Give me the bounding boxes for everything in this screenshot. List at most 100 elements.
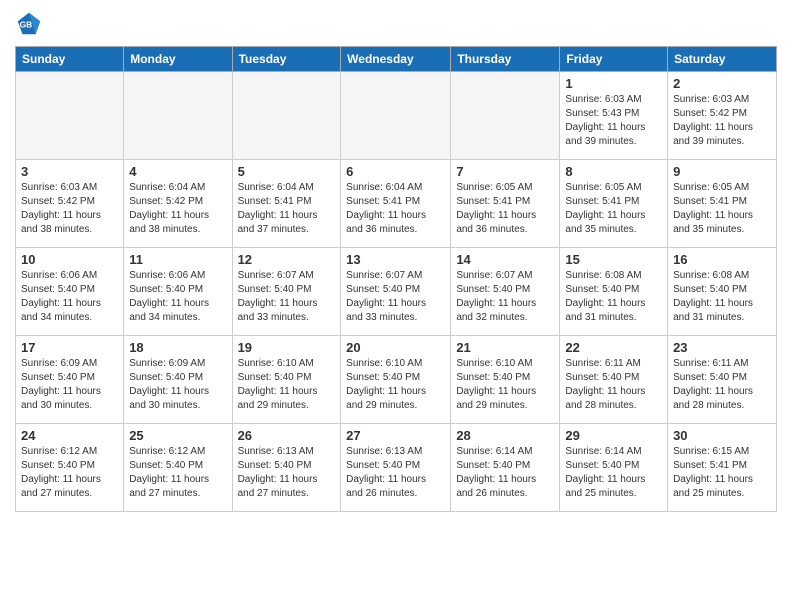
day-number: 22 xyxy=(565,340,662,355)
weekday-header-friday: Friday xyxy=(560,47,668,72)
calendar-cell: 23 Sunrise: 6:11 AMSunset: 5:40 PMDayligh… xyxy=(668,336,777,424)
day-number: 6 xyxy=(346,164,445,179)
calendar-cell xyxy=(341,72,451,160)
week-row-1: 1 Sunrise: 6:03 AMSunset: 5:43 PMDaylight… xyxy=(16,72,777,160)
day-info: Sunrise: 6:04 AMSunset: 5:41 PMDaylight:… xyxy=(346,181,445,237)
day-number: 28 xyxy=(456,428,554,443)
calendar-cell: 27 Sunrise: 6:13 AMSunset: 5:40 PMDayligh… xyxy=(341,424,451,512)
weekday-header-row: SundayMondayTuesdayWednesdayThursdayFrid… xyxy=(16,47,777,72)
calendar-cell xyxy=(451,72,560,160)
day-info: Sunrise: 6:04 AMSunset: 5:42 PMDaylight:… xyxy=(129,181,226,237)
calendar-cell: 12 Sunrise: 6:07 AMSunset: 5:40 PMDayligh… xyxy=(232,248,341,336)
day-info: Sunrise: 6:03 AMSunset: 5:43 PMDaylight:… xyxy=(565,93,662,149)
day-number: 3 xyxy=(21,164,118,179)
logo-icon: GB xyxy=(15,10,43,38)
day-info: Sunrise: 6:03 AMSunset: 5:42 PMDaylight:… xyxy=(21,181,118,237)
calendar-cell: 11 Sunrise: 6:06 AMSunset: 5:40 PMDayligh… xyxy=(124,248,232,336)
day-info: Sunrise: 6:05 AMSunset: 5:41 PMDaylight:… xyxy=(673,181,771,237)
calendar-cell: 9 Sunrise: 6:05 AMSunset: 5:41 PMDaylight… xyxy=(668,160,777,248)
day-number: 21 xyxy=(456,340,554,355)
day-number: 15 xyxy=(565,252,662,267)
week-row-4: 17Sunrise: 6:09 AMSunset: 5:40 PMDayligh… xyxy=(16,336,777,424)
day-number: 1 xyxy=(565,76,662,91)
day-number: 20 xyxy=(346,340,445,355)
calendar-cell: 15 Sunrise: 6:08 AMSunset: 5:40 PMDayligh… xyxy=(560,248,668,336)
day-info: Sunrise: 6:10 AMSunset: 5:40 PMDaylight:… xyxy=(346,357,445,413)
page-header: GB xyxy=(15,10,777,38)
day-number: 11 xyxy=(129,252,226,267)
calendar-cell: 21 Sunrise: 6:10 AMSunset: 5:40 PMDayligh… xyxy=(451,336,560,424)
calendar-cell: 24 Sunrise: 6:12 AMSunset: 5:40 PMDayligh… xyxy=(16,424,124,512)
calendar-cell: 3 Sunrise: 6:03 AMSunset: 5:42 PMDaylight… xyxy=(16,160,124,248)
weekday-header-saturday: Saturday xyxy=(668,47,777,72)
calendar-cell xyxy=(16,72,124,160)
week-row-5: 24 Sunrise: 6:12 AMSunset: 5:40 PMDayligh… xyxy=(16,424,777,512)
calendar-cell: 28 Sunrise: 6:14 AMSunset: 5:40 PMDayligh… xyxy=(451,424,560,512)
day-info: Sunrise: 6:11 AMSunset: 5:40 PMDaylight:… xyxy=(673,357,771,413)
calendar-cell: 19 Sunrise: 6:10 AMSunset: 5:40 PMDayligh… xyxy=(232,336,341,424)
day-info: Sunrise: 6:06 AMSunset: 5:40 PMDaylight:… xyxy=(21,269,118,325)
day-number: 16 xyxy=(673,252,771,267)
day-number: 12 xyxy=(238,252,336,267)
week-row-3: 10Sunrise: 6:06 AMSunset: 5:40 PMDayligh… xyxy=(16,248,777,336)
day-info: Sunrise: 6:13 AMSunset: 5:40 PMDaylight:… xyxy=(346,445,445,501)
calendar-cell: 30Sunrise: 6:15 AMSunset: 5:41 PMDayligh… xyxy=(668,424,777,512)
calendar-cell: 5Sunrise: 6:04 AMSunset: 5:41 PMDaylight… xyxy=(232,160,341,248)
day-number: 24 xyxy=(21,428,118,443)
day-info: Sunrise: 6:07 AMSunset: 5:40 PMDaylight:… xyxy=(238,269,336,325)
weekday-header-thursday: Thursday xyxy=(451,47,560,72)
day-number: 7 xyxy=(456,164,554,179)
day-info: Sunrise: 6:08 AMSunset: 5:40 PMDaylight:… xyxy=(673,269,771,325)
day-number: 14 xyxy=(456,252,554,267)
calendar-cell: 22 Sunrise: 6:11 AMSunset: 5:40 PMDayligh… xyxy=(560,336,668,424)
day-info: Sunrise: 6:05 AMSunset: 5:41 PMDaylight:… xyxy=(565,181,662,237)
day-info: Sunrise: 6:09 AMSunset: 5:40 PMDaylight:… xyxy=(21,357,118,413)
day-info: Sunrise: 6:06 AMSunset: 5:40 PMDaylight:… xyxy=(129,269,226,325)
calendar-cell xyxy=(232,72,341,160)
day-number: 18 xyxy=(129,340,226,355)
day-number: 26 xyxy=(238,428,336,443)
calendar-cell: 7 Sunrise: 6:05 AMSunset: 5:41 PMDaylight… xyxy=(451,160,560,248)
weekday-header-sunday: Sunday xyxy=(16,47,124,72)
calendar-cell: 20 Sunrise: 6:10 AMSunset: 5:40 PMDayligh… xyxy=(341,336,451,424)
calendar-cell: 26 Sunrise: 6:13 AMSunset: 5:40 PMDayligh… xyxy=(232,424,341,512)
day-info: Sunrise: 6:09 AMSunset: 5:40 PMDaylight:… xyxy=(129,357,226,413)
day-number: 29 xyxy=(565,428,662,443)
day-number: 5 xyxy=(238,164,336,179)
svg-text:GB: GB xyxy=(20,20,33,30)
day-number: 8 xyxy=(565,164,662,179)
logo: GB xyxy=(15,10,47,38)
week-row-2: 3 Sunrise: 6:03 AMSunset: 5:42 PMDaylight… xyxy=(16,160,777,248)
day-number: 4 xyxy=(129,164,226,179)
day-info: Sunrise: 6:14 AMSunset: 5:40 PMDaylight:… xyxy=(456,445,554,501)
calendar-cell: 14 Sunrise: 6:07 AMSunset: 5:40 PMDayligh… xyxy=(451,248,560,336)
calendar-cell: 17Sunrise: 6:09 AMSunset: 5:40 PMDayligh… xyxy=(16,336,124,424)
day-info: Sunrise: 6:11 AMSunset: 5:40 PMDaylight:… xyxy=(565,357,662,413)
day-number: 9 xyxy=(673,164,771,179)
day-info: Sunrise: 6:05 AMSunset: 5:41 PMDaylight:… xyxy=(456,181,554,237)
calendar-cell: 18 Sunrise: 6:09 AMSunset: 5:40 PMDayligh… xyxy=(124,336,232,424)
day-info: Sunrise: 6:10 AMSunset: 5:40 PMDaylight:… xyxy=(456,357,554,413)
day-info: Sunrise: 6:12 AMSunset: 5:40 PMDaylight:… xyxy=(129,445,226,501)
day-info: Sunrise: 6:10 AMSunset: 5:40 PMDaylight:… xyxy=(238,357,336,413)
weekday-header-tuesday: Tuesday xyxy=(232,47,341,72)
day-info: Sunrise: 6:03 AMSunset: 5:42 PMDaylight:… xyxy=(673,93,771,149)
day-info: Sunrise: 6:14 AMSunset: 5:40 PMDaylight:… xyxy=(565,445,662,501)
calendar-cell: 25Sunrise: 6:12 AMSunset: 5:40 PMDayligh… xyxy=(124,424,232,512)
day-number: 27 xyxy=(346,428,445,443)
weekday-header-wednesday: Wednesday xyxy=(341,47,451,72)
day-info: Sunrise: 6:08 AMSunset: 5:40 PMDaylight:… xyxy=(565,269,662,325)
day-info: Sunrise: 6:12 AMSunset: 5:40 PMDaylight:… xyxy=(21,445,118,501)
day-number: 19 xyxy=(238,340,336,355)
day-number: 13 xyxy=(346,252,445,267)
calendar-cell: 4 Sunrise: 6:04 AMSunset: 5:42 PMDaylight… xyxy=(124,160,232,248)
calendar-cell: 2Sunrise: 6:03 AMSunset: 5:42 PMDaylight… xyxy=(668,72,777,160)
calendar-cell: 8 Sunrise: 6:05 AMSunset: 5:41 PMDaylight… xyxy=(560,160,668,248)
calendar-cell: 16 Sunrise: 6:08 AMSunset: 5:40 PMDayligh… xyxy=(668,248,777,336)
calendar-cell: 10Sunrise: 6:06 AMSunset: 5:40 PMDayligh… xyxy=(16,248,124,336)
day-info: Sunrise: 6:07 AMSunset: 5:40 PMDaylight:… xyxy=(456,269,554,325)
day-info: Sunrise: 6:13 AMSunset: 5:40 PMDaylight:… xyxy=(238,445,336,501)
day-number: 23 xyxy=(673,340,771,355)
day-info: Sunrise: 6:07 AMSunset: 5:40 PMDaylight:… xyxy=(346,269,445,325)
calendar-cell: 29 Sunrise: 6:14 AMSunset: 5:40 PMDayligh… xyxy=(560,424,668,512)
